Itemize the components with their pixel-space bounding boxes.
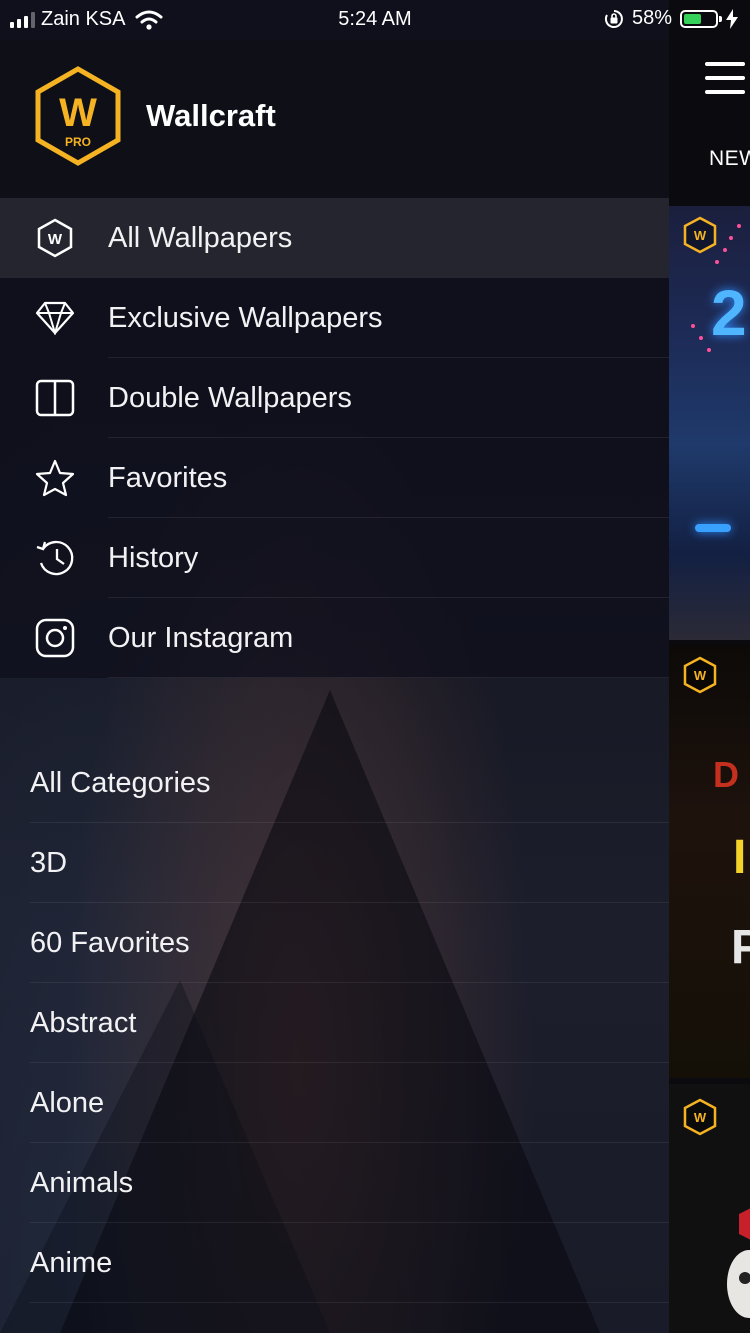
battery-level-fill (684, 13, 702, 24)
menu-item-label: Exclusive Wallpapers (108, 302, 383, 334)
logo-pro-badge: PRO (65, 135, 91, 149)
menu-item-all-wallpapers[interactable]: W All Wallpapers (0, 198, 669, 278)
w-hex-icon: W (34, 218, 76, 258)
svg-text:W: W (694, 1110, 707, 1125)
menu-item-favorites[interactable]: Favorites (0, 438, 669, 518)
menu-item-exclusive-wallpapers[interactable]: Exclusive Wallpapers (0, 278, 669, 358)
category-label: 60 Favorites (30, 927, 190, 959)
w-badge-icon: W (683, 216, 717, 254)
w-badge-icon: W (683, 1098, 717, 1136)
drawer-header: W PRO Wallcraft (0, 40, 669, 198)
main-content-peek: NEW 2 W D I P W W (669, 0, 750, 1333)
menu-item-label: Double Wallpapers (108, 382, 352, 414)
history-icon (34, 538, 76, 578)
charging-bolt-icon (726, 8, 738, 29)
svg-text:W: W (694, 228, 707, 243)
svg-text:W: W (48, 231, 63, 248)
neon-number-art: 2 (711, 277, 747, 349)
diamond-icon (34, 298, 76, 338)
category-item[interactable]: 3D (0, 823, 669, 903)
menu-item-double-wallpapers[interactable]: Double Wallpapers (0, 358, 669, 438)
poster-art: D (713, 754, 739, 795)
hamburger-icon[interactable] (705, 62, 745, 104)
svg-text:W: W (694, 668, 707, 683)
category-item[interactable]: Alone (0, 1063, 669, 1143)
skull-art (727, 1208, 750, 1318)
menu-item-label: Favorites (108, 462, 228, 494)
poster-art: P (731, 921, 750, 974)
wallpaper-thumbnail[interactable]: 2 W (669, 206, 750, 640)
battery-icon (680, 9, 722, 28)
navigation-drawer: W PRO Wallcraft W All Wallpapers Exclusi… (0, 0, 669, 1333)
category-label: Alone (30, 1087, 105, 1119)
menu-item-history[interactable]: History (0, 518, 669, 598)
divider (108, 677, 669, 678)
main-menu: W All Wallpapers Exclusive Wallpapers Do… (0, 198, 669, 678)
menu-item-label: All Wallpapers (108, 222, 293, 254)
logo-letter: W (59, 91, 97, 135)
instagram-icon (34, 618, 76, 658)
neon-bar-art (695, 524, 731, 532)
split-screen-icon (34, 378, 76, 418)
divider (30, 1302, 669, 1303)
poster-art: I (733, 831, 747, 884)
wallcraft-logo: W PRO (34, 66, 122, 166)
category-item[interactable]: 60 Favorites (0, 903, 669, 983)
category-item[interactable]: Animals (0, 1143, 669, 1223)
battery-percent: 58% (631, 7, 672, 29)
category-label: 3D (30, 847, 68, 879)
category-label: Anime (30, 1247, 113, 1279)
wallpaper-thumbnail[interactable]: W (669, 1084, 750, 1333)
category-label: All Categories (30, 767, 211, 799)
menu-item-label: History (108, 542, 199, 574)
category-list: All Categories 3D 60 Favorites Abstract … (0, 743, 669, 1303)
app-title: Wallcraft (146, 98, 276, 133)
w-badge-icon: W (683, 656, 717, 694)
category-label: Animals (30, 1167, 134, 1199)
menu-item-our-instagram[interactable]: Our Instagram (0, 598, 669, 678)
category-item[interactable]: Anime (0, 1223, 669, 1303)
category-label: Abstract (30, 1007, 137, 1039)
menu-item-label: Our Instagram (108, 622, 294, 654)
star-icon (34, 458, 76, 498)
tab-new[interactable]: NEW (709, 147, 750, 171)
wallpaper-thumbnail[interactable]: D I P W (669, 644, 750, 1078)
status-bar: Zain KSA 5:24 AM 58% (0, 0, 750, 40)
category-item[interactable]: All Categories (0, 743, 669, 823)
category-item[interactable]: Abstract (0, 983, 669, 1063)
orientation-lock-icon (604, 9, 623, 28)
